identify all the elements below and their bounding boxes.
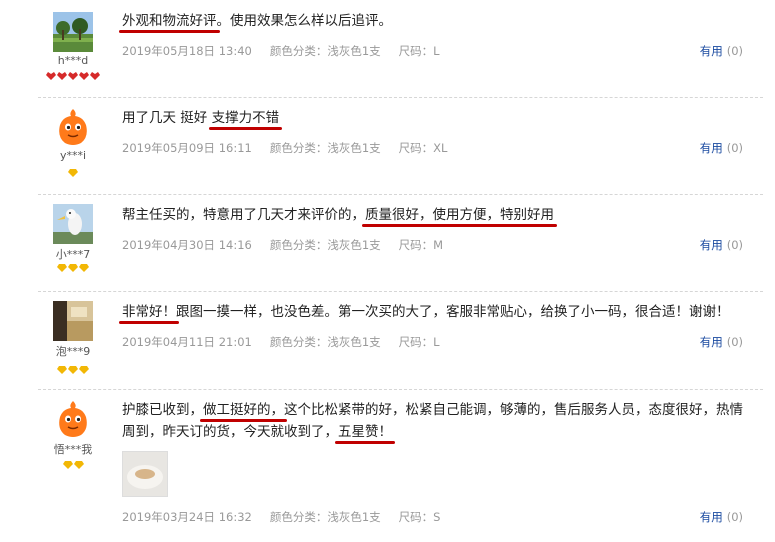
- color-option: 颜色分类：浅灰色1支: [269, 510, 381, 524]
- yellow-diamond-icon: [68, 366, 78, 374]
- username: 小***7: [55, 248, 91, 261]
- size-option: 尺码：L: [398, 335, 440, 349]
- useful-vote: 有用 (0): [700, 334, 743, 350]
- useful-button[interactable]: 有用: [700, 510, 723, 524]
- review-text-segment: 。使用效果怎么样以后追评。: [216, 13, 393, 29]
- red-heart-gem-icon: [46, 72, 56, 80]
- avatar[interactable]: [53, 204, 93, 244]
- yellow-diamond-icon: [62, 461, 73, 469]
- size-option: 尺码：S: [398, 510, 441, 524]
- buyer-level: [38, 70, 108, 80]
- review-meta: 2019年04月30日 14:16 颜色分类：浅灰色1支 尺码：M: [122, 237, 461, 253]
- useful-count: (0): [726, 238, 743, 252]
- review-meta: 2019年04月11日 21:01 颜色分类：浅灰色1支 尺码：L: [122, 334, 458, 350]
- color-option: 颜色分类：浅灰色1支: [269, 238, 381, 252]
- useful-vote: 有用 (0): [700, 509, 743, 525]
- size-option: 尺码：L: [398, 44, 440, 58]
- review-meta: 2019年05月09日 16:11 颜色分类：浅灰色1支 尺码：XL: [122, 140, 465, 156]
- review-text: 帮主任买的，特意用了几天才来评价的，质量很好，使用方便，特别好用: [122, 204, 743, 226]
- useful-vote: 有用 (0): [700, 140, 743, 156]
- useful-vote: 有用 (0): [700, 43, 743, 59]
- buyer-level: [38, 167, 108, 177]
- review-text-segment: 跟图一摸一样，也没色差。第一次买的大了，客服非常贴心，给换了小一码，很合适！谢谢…: [176, 304, 730, 320]
- useful-count: (0): [726, 141, 743, 155]
- review-item: 泡***9 非常好！跟图一摸一样，也没色差。第一次买的大了，客服非常贴心，给换了…: [38, 291, 763, 390]
- highlight-text: 外观和物流好评: [122, 13, 217, 29]
- avatar[interactable]: [53, 107, 93, 147]
- username: 泡***9: [55, 345, 91, 358]
- useful-button[interactable]: 有用: [700, 335, 723, 349]
- highlight-text: 做工挺好的，: [203, 402, 284, 418]
- red-heart-gem-icon: [79, 72, 89, 80]
- avatar[interactable]: [53, 301, 93, 341]
- review-item: 悟***我 护膝已收到，做工挺好的，这个比松紧带的好，松紧自己能调，够薄的，售后…: [38, 389, 763, 539]
- avatar[interactable]: [53, 399, 93, 439]
- highlight-text: 质量很好，使用方便，特别好用: [365, 207, 554, 223]
- username: h***d: [57, 54, 89, 67]
- review-photo-thumbnail[interactable]: [122, 451, 168, 497]
- review-meta: 2019年05月18日 13:40 颜色分类：浅灰色1支 尺码：L: [122, 43, 458, 59]
- avatar[interactable]: [53, 12, 93, 52]
- review-date: 2019年05月18日 13:40: [122, 44, 252, 58]
- review-text-segment: 护膝已收到，: [122, 402, 203, 418]
- yellow-diamond-icon: [57, 264, 67, 272]
- review-item: h***d 外观和物流好评。使用效果怎么样以后追评。 2019年05月18日 1…: [38, 0, 763, 98]
- useful-button[interactable]: 有用: [700, 141, 723, 155]
- username: y***i: [59, 149, 87, 162]
- yellow-diamond-icon: [68, 169, 78, 177]
- review-text: 外观和物流好评。使用效果怎么样以后追评。: [122, 10, 743, 32]
- useful-count: (0): [726, 44, 743, 58]
- useful-count: (0): [726, 335, 743, 349]
- yellow-diamond-icon: [79, 264, 89, 272]
- review-text-segment: 用了几天 挺好: [122, 110, 212, 126]
- highlight-text: 非常好！: [122, 304, 176, 320]
- buyer-level: [38, 364, 108, 374]
- red-heart-gem-icon: [90, 72, 100, 80]
- review-date: 2019年04月11日 21:01: [122, 335, 252, 349]
- review-date: 2019年05月09日 16:11: [122, 141, 252, 155]
- review-item: 小***7 帮主任买的，特意用了几天才来评价的，质量很好，使用方便，特别好用 2…: [38, 194, 763, 292]
- size-option: 尺码：M: [398, 238, 444, 252]
- buyer-level: [38, 459, 108, 469]
- review-meta: 2019年03月24日 16:32 颜色分类：浅灰色1支 尺码：S: [122, 509, 458, 525]
- size-option: 尺码：XL: [398, 141, 448, 155]
- highlight-text: 五星赞！: [338, 424, 392, 440]
- yellow-diamond-icon: [73, 461, 84, 469]
- useful-button[interactable]: 有用: [700, 238, 723, 252]
- review-text: 用了几天 挺好 支撑力不错: [122, 107, 743, 129]
- red-heart-gem-icon: [68, 72, 78, 80]
- red-heart-gem-icon: [57, 72, 67, 80]
- useful-button[interactable]: 有用: [700, 44, 723, 58]
- username: 悟***我: [53, 443, 93, 456]
- review-text: 护膝已收到，做工挺好的，这个比松紧带的好，松紧自己能调，够薄的，售后服务人员，态…: [122, 399, 743, 443]
- review-text: 非常好！跟图一摸一样，也没色差。第一次买的大了，客服非常贴心，给换了小一码，很合…: [122, 301, 743, 323]
- useful-count: (0): [726, 510, 743, 524]
- color-option: 颜色分类：浅灰色1支: [269, 335, 381, 349]
- color-option: 颜色分类：浅灰色1支: [269, 44, 381, 58]
- highlight-text: 支撑力不错: [211, 110, 280, 126]
- review-date: 2019年03月24日 16:32: [122, 510, 252, 524]
- color-option: 颜色分类：浅灰色1支: [269, 141, 381, 155]
- yellow-diamond-icon: [79, 366, 89, 374]
- review-item: y***i 用了几天 挺好 支撑力不错 2019年05月09日 16:11 颜色分…: [38, 97, 763, 195]
- yellow-diamond-icon: [68, 264, 78, 272]
- useful-vote: 有用 (0): [700, 237, 743, 253]
- review-text-segment: 帮主任买的，特意用了几天才来评价的，: [122, 207, 365, 223]
- review-date: 2019年04月30日 14:16: [122, 238, 252, 252]
- yellow-diamond-icon: [57, 366, 67, 374]
- buyer-level: [38, 262, 108, 272]
